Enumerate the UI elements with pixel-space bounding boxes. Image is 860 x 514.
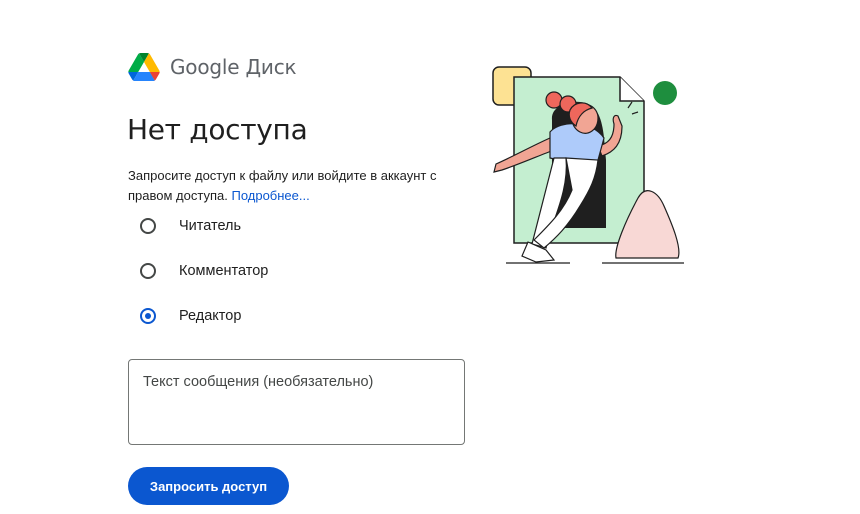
brand-name: Google Диск: [170, 55, 297, 79]
person-through-document-illustration: [492, 66, 684, 264]
message-input[interactable]: [128, 359, 465, 445]
role-label-commenter: Комментатор: [179, 263, 269, 279]
learn-more-link[interactable]: Подробнее...: [231, 188, 309, 203]
green-circle-shape: [653, 81, 677, 105]
role-label-editor: Редактор: [179, 308, 242, 324]
role-option-commenter[interactable]: Комментатор: [140, 263, 268, 279]
radio-editor[interactable]: [140, 308, 156, 324]
radio-viewer[interactable]: [140, 218, 156, 234]
role-option-viewer[interactable]: Читатель: [140, 218, 241, 234]
role-label-viewer: Читатель: [179, 218, 242, 234]
page-title: Нет доступа: [127, 113, 308, 146]
request-access-page: Google Диск Нет доступа Запросите доступ…: [0, 0, 860, 514]
role-option-editor[interactable]: Редактор: [140, 308, 241, 324]
google-drive-logo-icon: [128, 53, 160, 81]
description: Запросите доступ к файлу или войдите в а…: [128, 166, 458, 205]
request-access-button[interactable]: Запросить доступ: [128, 467, 289, 505]
radio-commenter[interactable]: [140, 263, 156, 279]
brand-header: Google Диск: [128, 53, 297, 81]
